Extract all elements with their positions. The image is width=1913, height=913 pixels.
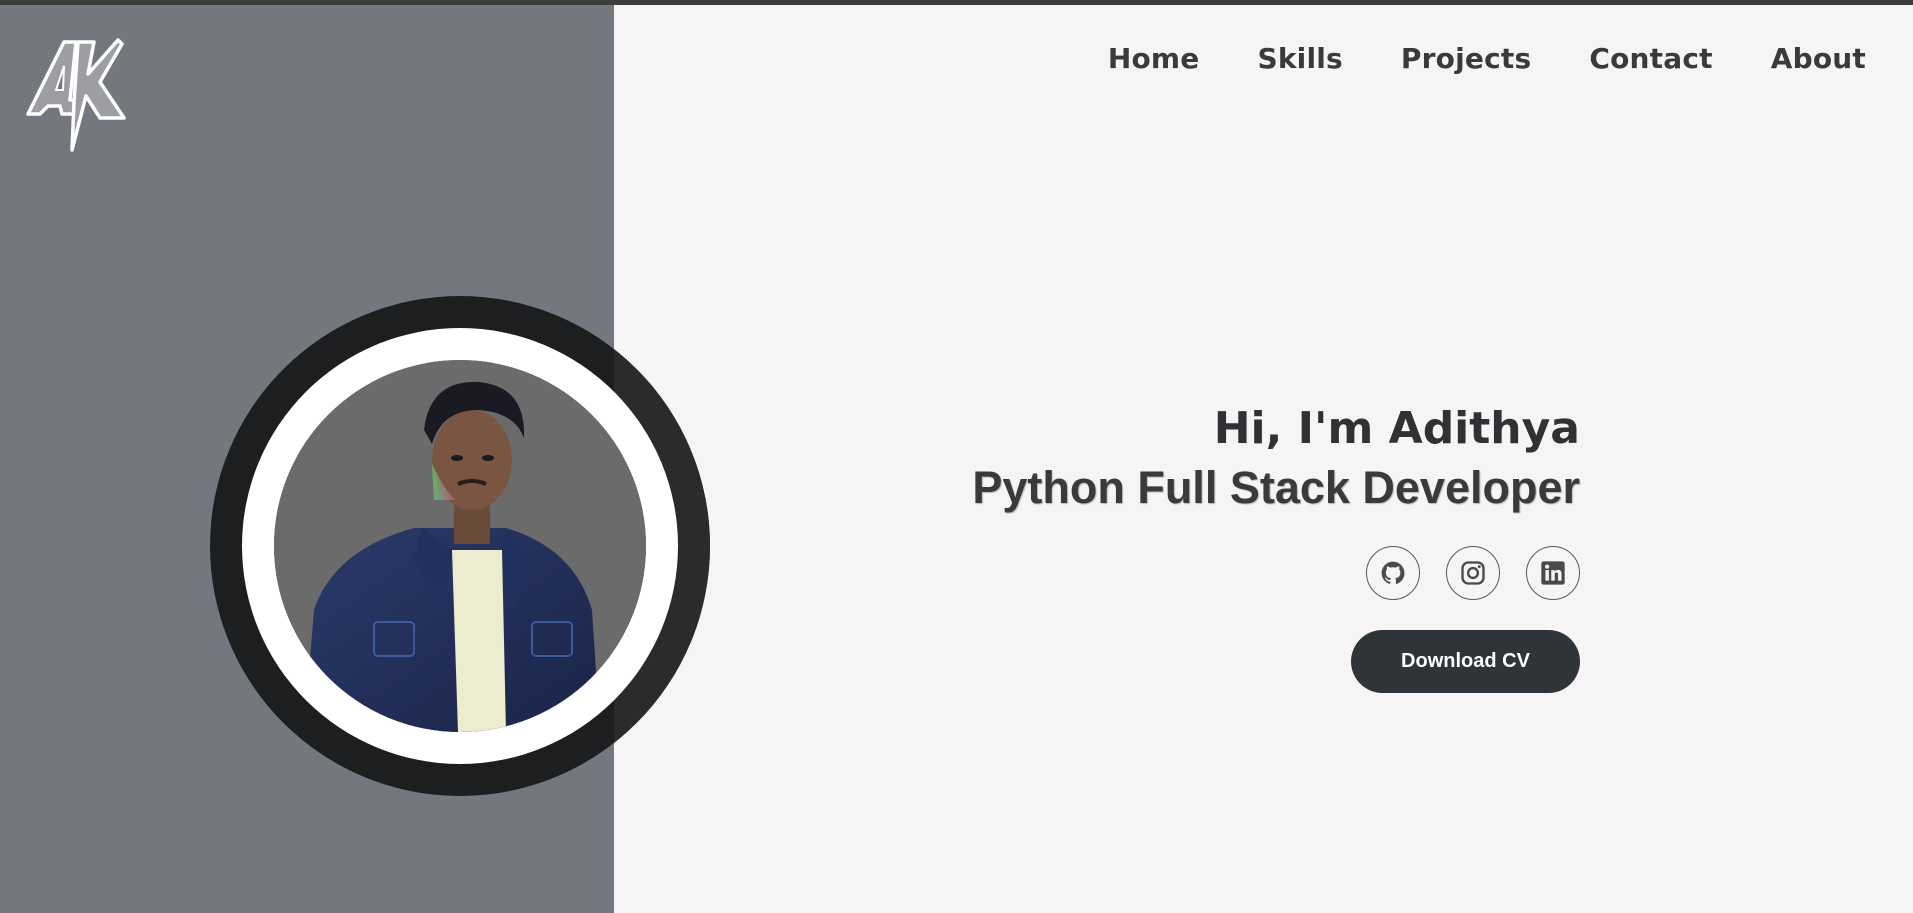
person-illustration [274,360,646,732]
main-nav: Home Skills Projects Contact About [1108,42,1866,75]
hero-section: Hi, I'm Adithya Python Full Stack Develo… [972,400,1580,693]
logo[interactable] [26,36,126,156]
nav-projects[interactable]: Projects [1401,42,1531,75]
nav-skills[interactable]: Skills [1257,42,1342,75]
nav-home[interactable]: Home [1108,42,1200,75]
profile-photo-frame [210,296,710,796]
top-border [0,0,1913,5]
linkedin-icon [1541,561,1565,585]
github-link[interactable] [1366,546,1420,600]
ak-logo-icon [26,38,126,152]
download-cv-button[interactable]: Download CV [1351,630,1580,693]
instagram-icon [1461,561,1485,585]
nav-about[interactable]: About [1771,42,1866,75]
hero-greeting: Hi, I'm Adithya [1213,403,1580,454]
github-icon [1381,561,1405,584]
social-links [972,546,1580,600]
instagram-link[interactable] [1446,546,1500,600]
profile-photo [274,360,646,732]
portfolio-page: Home Skills Projects Contact About Hi, I… [0,0,1913,913]
linkedin-link[interactable] [1526,546,1580,600]
hero-role: Python Full Stack Developer [972,462,1580,513]
profile-photo-border [242,328,678,764]
nav-contact[interactable]: Contact [1589,42,1712,75]
